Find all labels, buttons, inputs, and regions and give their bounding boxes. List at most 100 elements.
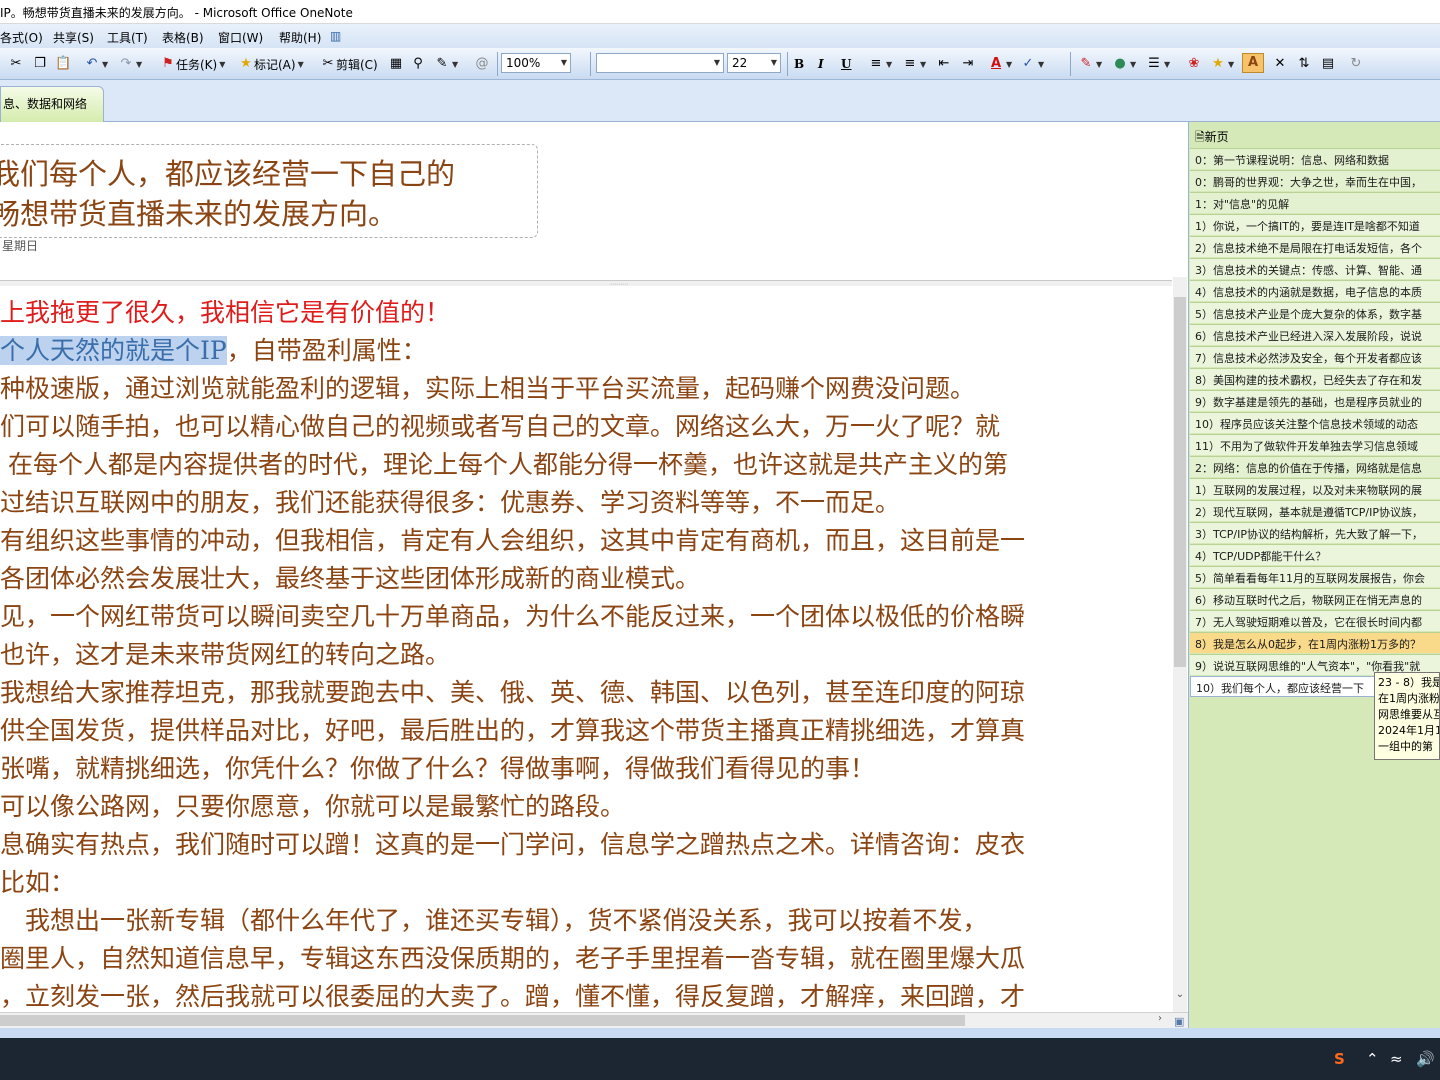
eraser-button[interactable]: ★ ▼ [1210,54,1234,74]
zoom-select[interactable]: 100% ▼ [501,53,571,73]
bold-button[interactable]: B [794,54,804,74]
note-line[interactable]: 我想出一张新专辑（都什么年代了，谁还买专辑），货不紧俏没关系，我可以按着不发， [0,904,988,938]
page-tab[interactable]: 6）信息技术产业已经进入深入发展阶段，说说 [1190,324,1440,345]
title-divider[interactable]: ⋯⋯⋯ [0,280,1172,288]
note-line[interactable]: 见，一个网红带货可以瞬间卖空几十万单商品，为什么不能反过来，一个团体以极低的价格… [0,600,1025,634]
section-tab[interactable]: 息、数据和网络 [0,86,104,122]
chevron-up-icon[interactable]: ⌃ [1366,1050,1379,1068]
note-line[interactable]: 各团体必然会发展壮大，最终基于这些团体形成新的商业模式。 [0,562,700,596]
divider-grip[interactable]: ⋯⋯⋯ [610,281,628,288]
page-tab[interactable]: 7）信息技术必然涉及安全，每个开发者都应该 [1190,346,1440,367]
page-tab[interactable]: 5）信息技术产业是个庞大复杂的体系，数字基 [1190,302,1440,323]
note-line[interactable]: 比如： [0,866,75,900]
underline-button[interactable]: U [841,54,851,74]
space-button[interactable]: ⇅ [1296,54,1312,74]
vertical-scrollbar[interactable]: ⌄ [1173,277,1187,1012]
page-tab[interactable]: 4）TCP/UDP都能干什么？ [1190,544,1440,565]
menu-format[interactable]: 各式(O) [0,29,43,46]
horizontal-scroll-thumb[interactable] [0,1015,965,1026]
page-tab[interactable]: 8）美国构建的技术霸权，已经失去了存在和发 [1190,368,1440,389]
note-line[interactable]: 可以像公路网，只要你愿意，你就可以是最繁忙的路段。 [0,790,625,824]
menu-share[interactable]: 共享(S) [53,29,94,46]
refresh-button[interactable]: ↻ [1348,54,1364,74]
note-line[interactable]: 我想给大家推荐坦克，那我就要跑去中、美、俄、英、德、韩国、以色列，甚至连印度的阿… [0,676,1025,710]
font-select[interactable]: ▼ [596,53,724,73]
redo-button[interactable]: ↷ ▼ [118,54,143,74]
volume-icon[interactable]: 🔊 [1416,1050,1435,1068]
menu-table[interactable]: 表格(B) [162,29,204,46]
page-tab[interactable]: 11）不用为了做软件开发单独去学习信息领域 [1190,434,1440,455]
menu-window[interactable]: 窗口(W) [218,29,263,46]
page-tab[interactable]: 5）简单看看每年11月的互联网发展报告，你会 [1190,566,1440,587]
help-link-icon[interactable]: ▥ [330,29,341,43]
page-tab[interactable]: 8）我是怎么从0起步，在1周内涨粉1万多的？ [1190,632,1440,653]
page-tab[interactable]: 9）数字基建是领先的基础，也是程序员就业的 [1190,390,1440,411]
vertical-scroll-thumb[interactable] [1174,297,1186,667]
clip-button[interactable]: ✂ 剪辑(C) [320,54,378,74]
numbering-button[interactable]: ≡ ▼ [902,54,927,74]
ime-icon[interactable]: S [1334,1050,1345,1068]
note-line[interactable]: 有组织这些事情的冲动，但我相信，肯定有人会组织，这其中肯定有商机，而且，这目前是… [0,524,1025,558]
page-tab[interactable]: 6）移动互联时代之后，物联网正在悄无声息的 [1190,588,1440,609]
note-line[interactable]: 圈里人，自然知道信息早，专辑这东西没保质期的，老子手里捏着一沓专辑，就在圈里爆大… [0,942,1025,976]
note-line[interactable]: 张嘴，就精挑细选，你凭什么？你做了什么？得做事啊，得做我们看得见的事！ [0,752,875,786]
page-tab[interactable]: 3）信息技术的关键点：传感、计算、智能、通 [1190,258,1440,279]
font-color-button[interactable]: A ▼ [988,54,1012,74]
note-line[interactable]: 们可以随手拍，也可以精心做自己的视频或者写自己的文章。网络这么大，万一火了呢？就 [0,410,1000,444]
note-line[interactable]: 上我拖更了很久，我相信它是有价值的！ [0,296,450,330]
note-line[interactable]: ，立刻发一张，然后我就可以很委屈的大卖了。蹭，懂不懂，得反复蹭，才解痒，来回蹭，… [0,980,1025,1012]
task-button[interactable]: ⚑ 任务(K) ▼ [160,54,225,74]
note-line[interactable]: 也许，这才是未来带货网红的转向之路。 [0,638,450,672]
bullets-button[interactable]: ≡ ▼ [868,54,893,74]
page-tab[interactable]: 10）程序员应该关注整个信息技术领域的动态 [1190,412,1440,433]
note-line[interactable]: 息确实有热点，我们随时可以蹭！这真的是一门学问，信息学之蹭热点之术。详情咨询：皮… [0,828,1025,862]
page-tab[interactable]: 1：对"信息"的见解 [1190,192,1440,213]
scroll-right-icon[interactable]: › [1158,1013,1162,1024]
note-line[interactable]: 过结识互联网中的朋友，我们还能获得很多：优惠券、学习资料等等，不一而足。 [0,486,900,520]
note-line[interactable]: 种极速版，通过浏览就能盈利的逻辑，实际上相当于平台买流量，起码赚个网费没问题。 [0,372,975,406]
note-line[interactable]: 在每个人都是内容提供者的时代，理论上每个人都能分得一杯羹，也许这就是共产主义的第 [8,448,1008,482]
new-page-button[interactable]: 🗎新页 [1195,128,1229,149]
note-line[interactable]: 个人天然的就是个IP，自带盈利属性： [0,334,427,368]
page-list-button[interactable]: ▤ [1320,54,1336,74]
search-button[interactable]: ⚲ [410,54,426,74]
page-tab[interactable]: 3）TCP/IP协议的结构解析，先大致了解一下， [1190,522,1440,543]
page-title-box[interactable]: 我们每个人，都应该经营一下自己的 畅想带货直播未来的发展方向。 [0,144,538,238]
page-tab[interactable]: 7）无人驾驶短期难以普及，它在很长时间内都 [1190,610,1440,631]
decrease-indent-button[interactable]: ⇤ [936,54,952,74]
undo-button[interactable]: ↶ ▼ [84,54,109,74]
fill-color-button[interactable]: ● ▼ [1112,54,1136,74]
wifi-icon[interactable]: ≈ [1390,1050,1403,1068]
page-tab[interactable]: 1）你说，一个搞IT的，要是连IT是啥都不知道 [1190,214,1440,235]
page-tab[interactable]: 2：网络：信息的价值在于传播，网络就是信息 [1190,456,1440,477]
page-tab[interactable]: 0：鹏哥的世界观：大争之世，幸而生在中国， [1190,170,1440,191]
horizontal-scrollbar[interactable]: › ▣ [0,1012,1188,1028]
table-button[interactable]: ▦ [388,54,404,74]
paste-button[interactable]: 📋 [55,54,71,74]
lasso-button[interactable]: ❀ [1186,54,1202,74]
tag-button[interactable]: ★ 标记(A) ▼ [238,54,304,74]
selected-text[interactable]: 个人天然的就是个IP [0,336,227,365]
menu-tools[interactable]: 工具(T) [107,29,148,46]
font-size-select[interactable]: 22 ▼ [727,53,781,73]
cut-button[interactable]: ✂ [8,54,24,74]
line-style-button[interactable]: ☰ ▼ [1146,54,1170,74]
highlight-button[interactable]: ✓ ▼ [1020,54,1045,74]
scroll-down-icon[interactable]: ⌄ [1174,989,1186,1000]
page-tab[interactable]: 0：第一节课程说明：信息、网络和数据 [1190,148,1440,169]
copy-button[interactable]: ❐ [32,54,48,74]
note-page[interactable]: 我们每个人，都应该经营一下自己的 畅想带货直播未来的发展方向。 星期日 ⋯⋯⋯ … [0,122,1175,1012]
increase-indent-button[interactable]: ⇥ [960,54,976,74]
menu-help[interactable]: 帮助(H) [279,29,321,46]
pen-color-button[interactable]: ✎ ▼ [1078,54,1103,74]
page-tab[interactable]: 4）信息技术的内涵就是数据，电子信息的本质 [1190,280,1440,301]
pen-button[interactable]: ✎ ▼ [434,54,459,74]
highlighter-button[interactable]: A [1242,53,1264,73]
delete-button[interactable]: ✕ [1272,54,1288,74]
note-line[interactable]: 供全国发货，提供样品对比，好吧，最后胜出的，才算我这个带货主播真正精挑细选，才算… [0,714,1025,748]
page-tab[interactable]: 2）信息技术绝不是局限在打电话发短信，各个 [1190,236,1440,257]
page-tab[interactable]: 1）互联网的发展过程，以及对未来物联网的展 [1190,478,1440,499]
email-button[interactable]: @ [474,54,490,74]
italic-button[interactable]: I [818,54,824,74]
page-tab[interactable]: 2）现代互联网，基本就是遵循TCP/IP协议族， [1190,500,1440,521]
